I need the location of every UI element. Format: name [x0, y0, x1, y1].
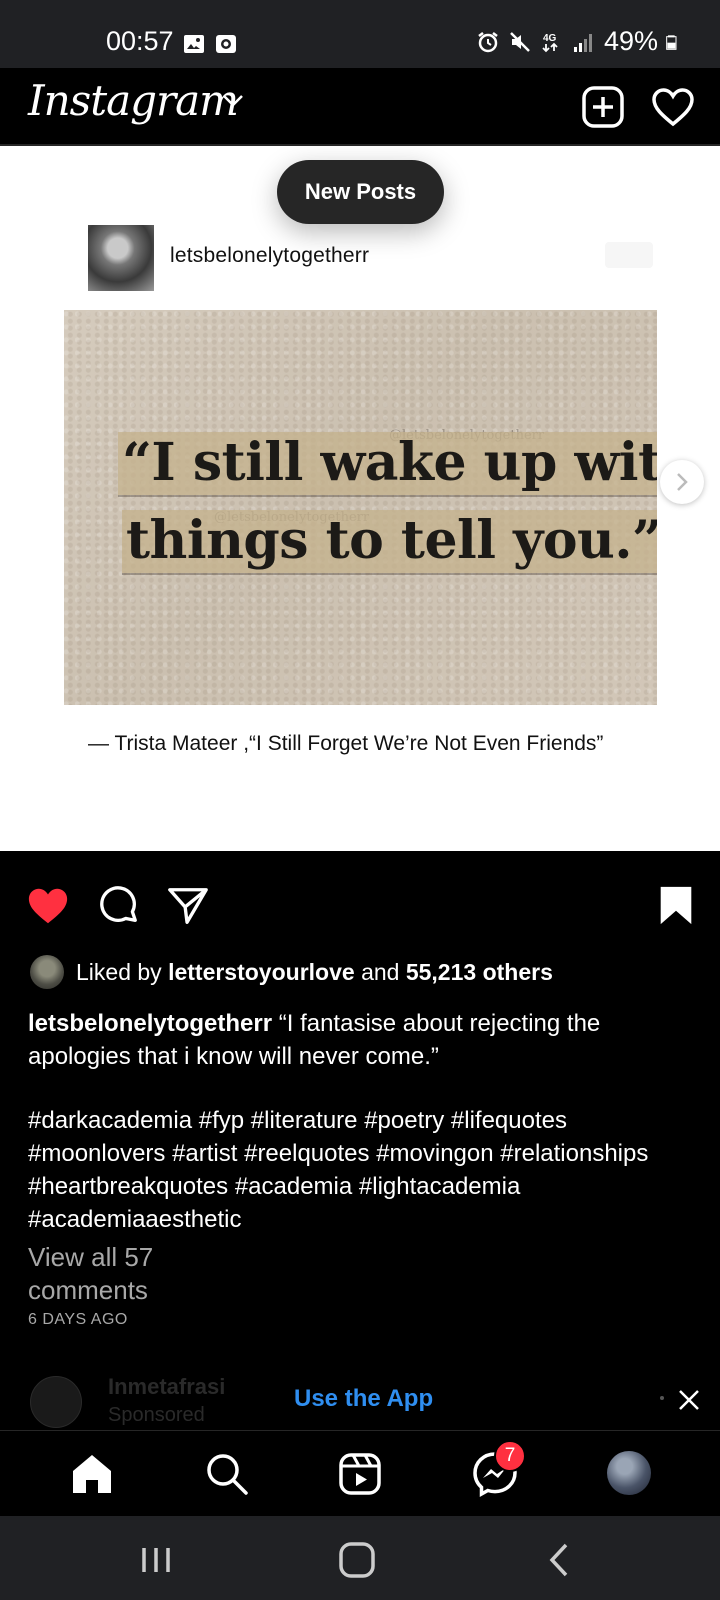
search-icon[interactable] — [204, 1451, 250, 1497]
status-bar: 00:57 4G 49% — [0, 0, 720, 68]
system-navigation — [0, 1516, 720, 1600]
network-4g-icon: 4G — [542, 33, 558, 52]
chevron-down-icon[interactable] — [222, 94, 244, 108]
quote-line-2: things to tell you.” — [122, 510, 657, 573]
use-the-app-link[interactable]: Use the App — [294, 1385, 433, 1413]
comment-icon[interactable] — [97, 884, 141, 928]
home-icon[interactable] — [69, 1451, 115, 1497]
likes-summary[interactable]: Liked by letterstoyourlove and 55,213 ot… — [30, 955, 553, 989]
caption-author[interactable]: letsbelonelytogetherr — [28, 1010, 272, 1037]
system-home-icon[interactable] — [337, 1540, 377, 1580]
back-icon[interactable] — [540, 1540, 580, 1580]
messenger-badge: 7 — [494, 1440, 526, 1472]
close-icon[interactable] — [675, 1386, 703, 1414]
quote-attribution: — Trista Mateer ,“I Still Forget We’re N… — [88, 732, 604, 755]
create-post-icon[interactable] — [580, 84, 626, 130]
reels-icon[interactable] — [337, 1451, 383, 1497]
post-hashtags[interactable]: #darkacademia #fyp #literature #poetry #… — [28, 1104, 698, 1236]
bottom-navigation — [0, 1430, 720, 1516]
sponsor-avatar — [30, 1376, 82, 1428]
app-header: Instagram — [0, 68, 720, 146]
profile-avatar[interactable] — [607, 1451, 651, 1495]
post-media[interactable]: New Posts letsbelonelytogetherr @letsbel… — [0, 146, 720, 851]
share-icon[interactable] — [166, 884, 210, 928]
view-all-comments-link[interactable]: View all 57 comments — [28, 1241, 228, 1307]
mute-icon — [510, 31, 530, 52]
screen-record-notification-icon — [216, 35, 236, 53]
like-filled-icon[interactable] — [26, 884, 70, 928]
signal-icon — [573, 33, 592, 52]
svg-text:4G: 4G — [543, 33, 557, 44]
quote-line-1: “I still wake up with — [118, 432, 657, 495]
new-posts-button[interactable]: New Posts — [277, 160, 444, 224]
embedded-username: letsbelonelytogetherr — [170, 244, 370, 267]
heart-icon[interactable] — [650, 84, 696, 130]
instagram-logo[interactable]: Instagram — [28, 76, 239, 125]
battery-icon — [666, 34, 677, 50]
gallery-notification-icon — [184, 35, 204, 53]
battery-percentage: 49% — [603, 26, 658, 56]
bookmark-filled-icon[interactable] — [654, 884, 698, 928]
embedded-avatar — [88, 225, 154, 291]
chevron-right-icon — [677, 473, 688, 491]
sponsored-label: Sponsored — [108, 1404, 205, 1426]
post-timestamp: 6 DAYS AGO — [28, 1311, 128, 1328]
liked-by-user[interactable]: letterstoyourlove — [168, 959, 355, 985]
sponsor-name: Inmetafrasi — [108, 1374, 226, 1399]
post-caption: letsbelonelytogetherr “I fantasise about… — [28, 1007, 698, 1073]
recent-apps-icon[interactable] — [136, 1540, 176, 1580]
liker-avatar — [30, 955, 64, 989]
carousel-next-button[interactable] — [660, 460, 704, 504]
status-time: 00:57 — [106, 26, 174, 56]
quote-image: @letsbelonelytogetherr @letsbelonelytoge… — [64, 310, 657, 705]
post-actions — [0, 870, 720, 940]
likes-count[interactable]: 55,213 others — [406, 959, 553, 985]
alarm-icon — [478, 31, 498, 52]
